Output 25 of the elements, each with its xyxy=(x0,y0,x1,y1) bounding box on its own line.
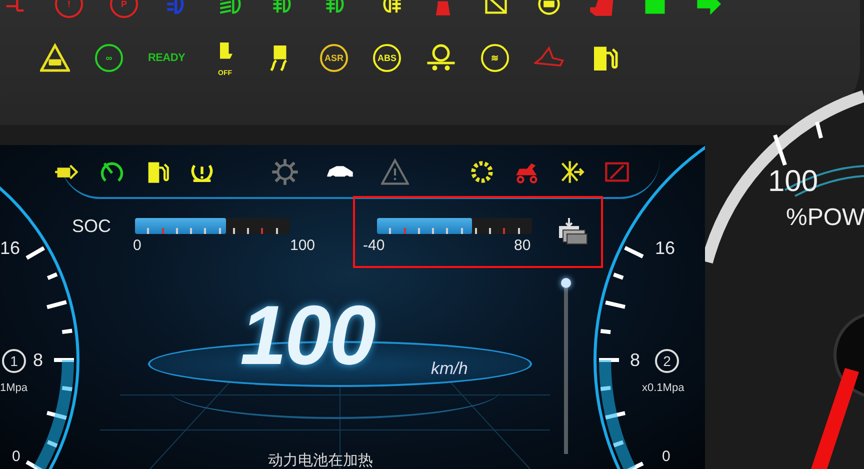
gauge-scale-label: 16 xyxy=(655,238,676,259)
scale-min-label: -40 xyxy=(363,237,385,254)
scale-min-label: 0 xyxy=(133,237,142,254)
ring-indicator: ≋ xyxy=(481,44,510,72)
soc-label: SOC xyxy=(72,216,112,237)
ring-indicator: ASR xyxy=(320,44,348,72)
ready-indicator: READY xyxy=(148,52,186,64)
battery-heater-icon xyxy=(557,218,589,246)
gauge-scale-label: 8 xyxy=(630,350,640,371)
status-message: 动力电池在加热 xyxy=(268,451,373,469)
gauge-scale-label: 0 xyxy=(662,448,670,465)
scale-max-label: 100 xyxy=(290,237,316,254)
speed-unit: km/h xyxy=(431,359,468,379)
pressure-unit: x0.1Mpa xyxy=(642,382,684,394)
brake-circuit-indicator: 2 xyxy=(655,349,679,373)
ring-indicator: P xyxy=(110,0,138,18)
ring-indicator: ∞ xyxy=(95,44,123,72)
ring-indicator: ! xyxy=(55,0,83,18)
gauge-scale-label: 16 xyxy=(0,238,20,259)
gauge-scale-label: 0 xyxy=(12,448,20,465)
ring-indicator: ABS xyxy=(373,44,402,72)
scale-max-label: 80 xyxy=(514,237,531,254)
pressure-unit: 1Mpa xyxy=(0,382,28,394)
brake-circuit-indicator: 1 xyxy=(2,349,26,373)
gauge-scale-label: 8 xyxy=(33,350,44,371)
